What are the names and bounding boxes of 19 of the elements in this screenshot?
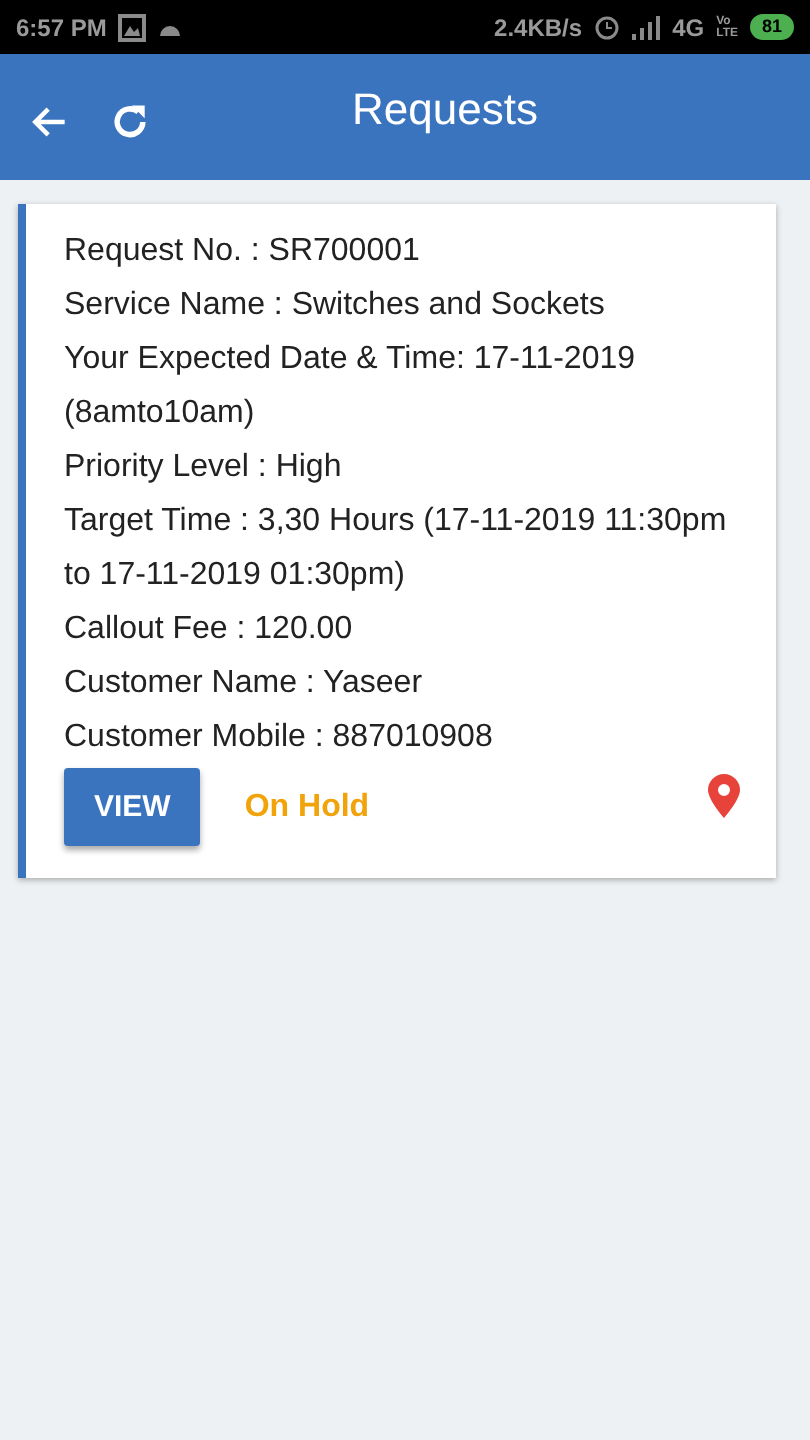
request-detail: Your Expected Date & Time: 17-11-2019 (8amto10am) bbox=[64, 340, 638, 434]
request-detail: Target Time : 3,30 Hours (17-11-2019 11:30pm to 17-11-2019 01:30pm) bbox=[64, 502, 729, 596]
battery-indicator: 81 bbox=[749, 14, 794, 40]
request-detail: Service Name : Switches and Sockets bbox=[64, 286, 607, 326]
signal-icon bbox=[632, 15, 661, 39]
request-detail: Callout Fee : 120.00 bbox=[64, 610, 355, 650]
request-status: On Hold bbox=[244, 789, 370, 825]
clock: 6:57 PM bbox=[16, 13, 107, 41]
request-detail: Request No. : SR700001 bbox=[64, 232, 422, 272]
request-detail: Customer Mobile : 887010908 bbox=[64, 718, 495, 758]
location-pin-icon[interactable] bbox=[708, 773, 740, 817]
network-speed: 2.4KB/s bbox=[494, 13, 583, 41]
network-type: 4G bbox=[672, 13, 705, 41]
view-button[interactable]: VIEW bbox=[64, 768, 201, 846]
request-detail: Customer Name : Yaseer bbox=[64, 664, 425, 704]
image-icon bbox=[118, 13, 147, 41]
page-title: Requests bbox=[350, 83, 540, 135]
request-detail: Priority Level : High bbox=[64, 448, 344, 488]
alarm-icon bbox=[594, 14, 621, 40]
